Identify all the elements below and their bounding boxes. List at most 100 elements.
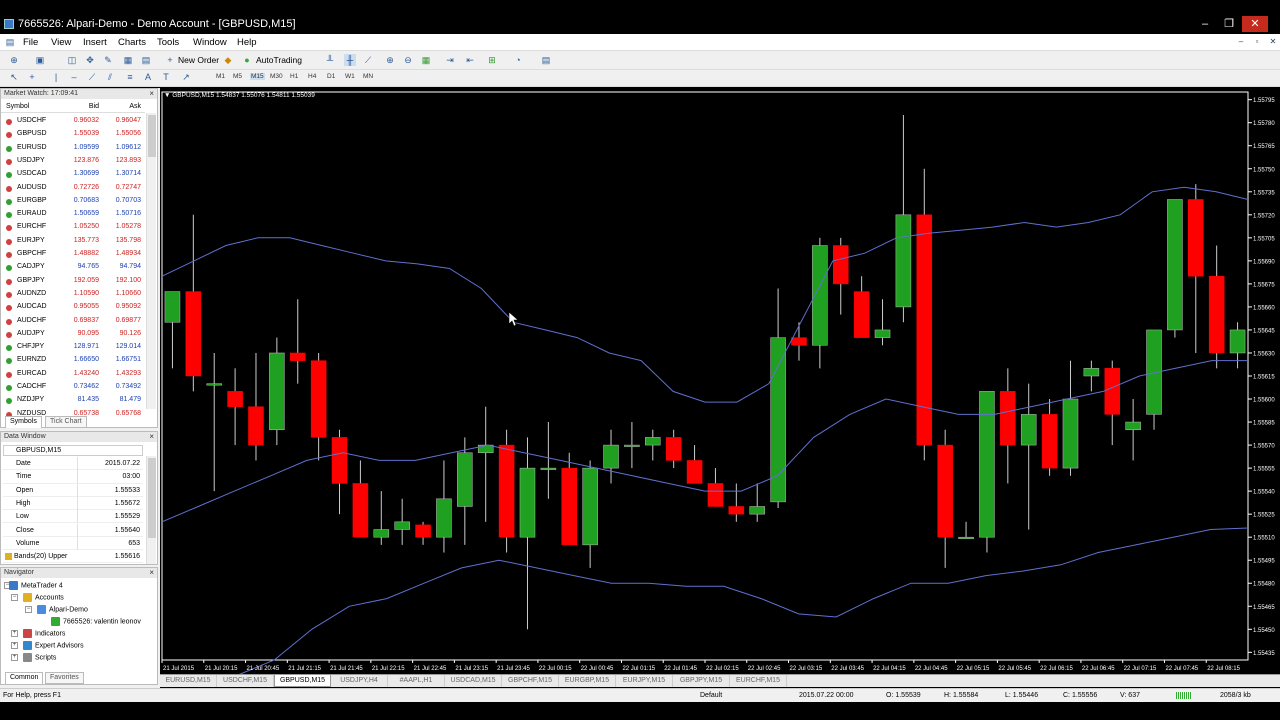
market-watch-row-audcad[interactable]: AUDCAD 0.95055 0.95092 — [1, 301, 145, 314]
market-watch-row-eurgbp[interactable]: EURGBP 0.70683 0.70703 — [1, 195, 145, 208]
timeframe-w1[interactable]: W1 — [345, 73, 355, 80]
fibonacci-icon[interactable]: ≡ — [124, 71, 136, 83]
market-watch-row-gbpchf[interactable]: GBPCHF 1.48882 1.48934 — [1, 248, 145, 261]
cursor-icon[interactable]: ↖ — [8, 71, 20, 83]
bar-chart-icon[interactable]: ╨ — [324, 54, 336, 66]
candlestick-chart-icon[interactable]: ╫ — [344, 54, 356, 66]
channel-icon[interactable]: ⫽ — [104, 71, 116, 83]
zoom-in-icon[interactable]: ⊕ — [384, 54, 396, 66]
market-watch-row-cadchf[interactable]: CADCHF 0.73462 0.73492 — [1, 381, 145, 394]
zoom-out-icon[interactable]: ⊖ — [402, 54, 414, 66]
market-watch-row-eurusd[interactable]: EURUSD 1.09599 1.09612 — [1, 142, 145, 155]
line-chart-icon[interactable]: ⟋ — [362, 54, 374, 66]
market-watch-row-audnzd[interactable]: AUDNZD 1.10590 1.10660 — [1, 288, 145, 301]
chart-tab-gbpjpy-m15[interactable]: GBPJPY,M15 — [673, 675, 730, 687]
market-watch-row-usdcad[interactable]: USDCAD 1.30699 1.30714 — [1, 168, 145, 181]
market-watch-row-cadjpy[interactable]: CADJPY 94.765 94.794 — [1, 261, 145, 274]
close-icon[interactable]: × — [149, 568, 154, 578]
expand-icon[interactable]: + — [11, 630, 18, 637]
arrows-icon[interactable]: ↗ — [180, 71, 192, 83]
market-watch-row-audchf[interactable]: AUDCHF 0.69837 0.69877 — [1, 315, 145, 328]
menu-file[interactable]: File — [23, 37, 38, 48]
chart-tab-eurjpy-m15[interactable]: EURJPY,M15 — [616, 675, 673, 687]
market-watch-row-chfjpy[interactable]: CHFJPY 128.971 129.014 — [1, 341, 145, 354]
chart-tab-eurusd-m15[interactable]: EURUSD,M15 — [160, 675, 217, 687]
timeframe-mn[interactable]: MN — [363, 73, 373, 80]
chart-shift-icon[interactable]: ⇥ — [444, 54, 456, 66]
close-icon[interactable]: × — [149, 432, 154, 442]
data-window-icon[interactable]: ✥ — [84, 54, 96, 66]
autoscroll-icon[interactable]: ⇤ — [464, 54, 476, 66]
timeframe-h4[interactable]: H4 — [308, 73, 316, 80]
column-bid[interactable]: Bid — [89, 103, 99, 110]
nav-metatrader[interactable]: MetaTrader 4 — [9, 581, 63, 590]
nav-scripts[interactable]: Scripts — [23, 653, 56, 662]
indicators-icon[interactable]: ⊞ — [486, 54, 498, 66]
timeframe-h1[interactable]: H1 — [290, 73, 298, 80]
menu-insert[interactable]: Insert — [83, 37, 107, 48]
chart-tab-gbpusd-m15[interactable]: GBPUSD,M15 — [274, 675, 331, 687]
timeframe-d1[interactable]: D1 — [327, 73, 335, 80]
chart-tab-usdchf-m15[interactable]: USDCHF,M15 — [217, 675, 274, 687]
chart-tab-usdjpy-h4[interactable]: USDJPY,H4 — [331, 675, 388, 687]
chart-tab--aapl-h1[interactable]: #AAPL,H1 — [388, 675, 445, 687]
nav-indicators[interactable]: Indicators — [23, 629, 65, 638]
market-watch-row-eurcad[interactable]: EURCAD 1.43240 1.43293 — [1, 368, 145, 381]
crosshair-icon[interactable]: + — [26, 71, 38, 83]
horizontal-line-icon[interactable]: – — [68, 71, 80, 83]
market-watch-row-nzdjpy[interactable]: NZDJPY 81.435 81.479 — [1, 394, 145, 407]
chart-canvas[interactable]: ▼ GBPUSD,M15 1.54837 1.55076 1.54811 1.5… — [160, 88, 1280, 674]
market-watch-row-euraud[interactable]: EURAUD 1.50659 1.50716 — [1, 208, 145, 221]
terminal-icon[interactable]: ▦ — [122, 54, 134, 66]
timeframe-m15[interactable]: M15 — [250, 73, 265, 80]
new-order-icon[interactable]: + — [164, 54, 176, 66]
market-watch-icon[interactable]: ◫ — [66, 54, 78, 66]
maximize-button[interactable]: ❐ — [1216, 16, 1242, 32]
minimize-button[interactable]: – — [1192, 16, 1218, 32]
nav-accounts[interactable]: Accounts — [23, 593, 64, 602]
chart-tab-usdcad-m15[interactable]: USDCAD,M15 — [445, 675, 502, 687]
mdi-minimize-button[interactable]: – — [1235, 37, 1247, 47]
menu-view[interactable]: View — [51, 37, 71, 48]
data-window-scrollbar[interactable] — [146, 456, 156, 564]
nav-alpari-demo[interactable]: Alpari-Demo — [37, 605, 88, 614]
tab-common[interactable]: Common — [5, 672, 44, 684]
tab-symbols[interactable]: Symbols — [5, 416, 42, 428]
tile-windows-icon[interactable]: ▦ — [420, 54, 432, 66]
market-watch-row-audusd[interactable]: AUDUSD 0.72726 0.72747 — [1, 182, 145, 195]
new-order-button[interactable]: New Order — [178, 55, 219, 65]
expand-icon[interactable]: + — [11, 642, 18, 649]
timeframe-m5[interactable]: M5 — [233, 73, 242, 80]
label-icon[interactable]: T — [160, 71, 172, 83]
price-chart[interactable]: ▼ GBPUSD,M15 1.54837 1.55076 1.54811 1.5… — [160, 88, 1280, 674]
column-symbol[interactable]: Symbol — [6, 103, 29, 110]
market-watch-row-eurnzd[interactable]: EURNZD 1.66650 1.66751 — [1, 354, 145, 367]
column-ask[interactable]: Ask — [129, 103, 141, 110]
tester-icon[interactable]: ▤ — [140, 54, 152, 66]
autotrading-icon[interactable]: ● — [241, 54, 253, 66]
new-chart-icon[interactable]: ⊕ — [8, 54, 20, 66]
menu-window[interactable]: Window — [193, 37, 227, 48]
tab-favorites[interactable]: Favorites — [45, 672, 84, 684]
navigator-icon[interactable]: ✎ — [102, 54, 114, 66]
tab-tick-chart[interactable]: Tick Chart — [45, 416, 87, 428]
close-button[interactable]: ✕ — [1242, 16, 1268, 32]
document-icon[interactable]: ▤ — [4, 36, 16, 48]
market-watch-row-eurchf[interactable]: EURCHF 1.05250 1.05278 — [1, 221, 145, 234]
timeframe-m30[interactable]: M30 — [270, 73, 283, 80]
close-icon[interactable]: × — [149, 89, 154, 99]
nav-expert-advisors[interactable]: Expert Advisors — [23, 641, 84, 650]
market-watch-row-audjpy[interactable]: AUDJPY 90.095 90.126 — [1, 328, 145, 341]
periods-icon[interactable]: ◔ — [512, 54, 524, 66]
mdi-close-button[interactable]: ✕ — [1267, 37, 1279, 47]
templates-icon[interactable]: ▤ — [540, 54, 552, 66]
trendline-icon[interactable]: ⟋ — [86, 71, 98, 83]
collapse-icon[interactable]: − — [25, 606, 32, 613]
market-watch-scrollbar[interactable] — [146, 113, 156, 409]
chart-tab-eurchf-m15[interactable]: EURCHF,M15 — [730, 675, 787, 687]
chart-tab-eurgbp-m15[interactable]: EURGBP,M15 — [559, 675, 616, 687]
nav-account-7665526[interactable]: 7665526: valentin leonov — [51, 617, 141, 626]
market-watch-row-gbpjpy[interactable]: GBPJPY 192.059 192.100 — [1, 275, 145, 288]
status-profile[interactable]: Default — [700, 692, 722, 699]
collapse-icon[interactable]: − — [11, 594, 18, 601]
